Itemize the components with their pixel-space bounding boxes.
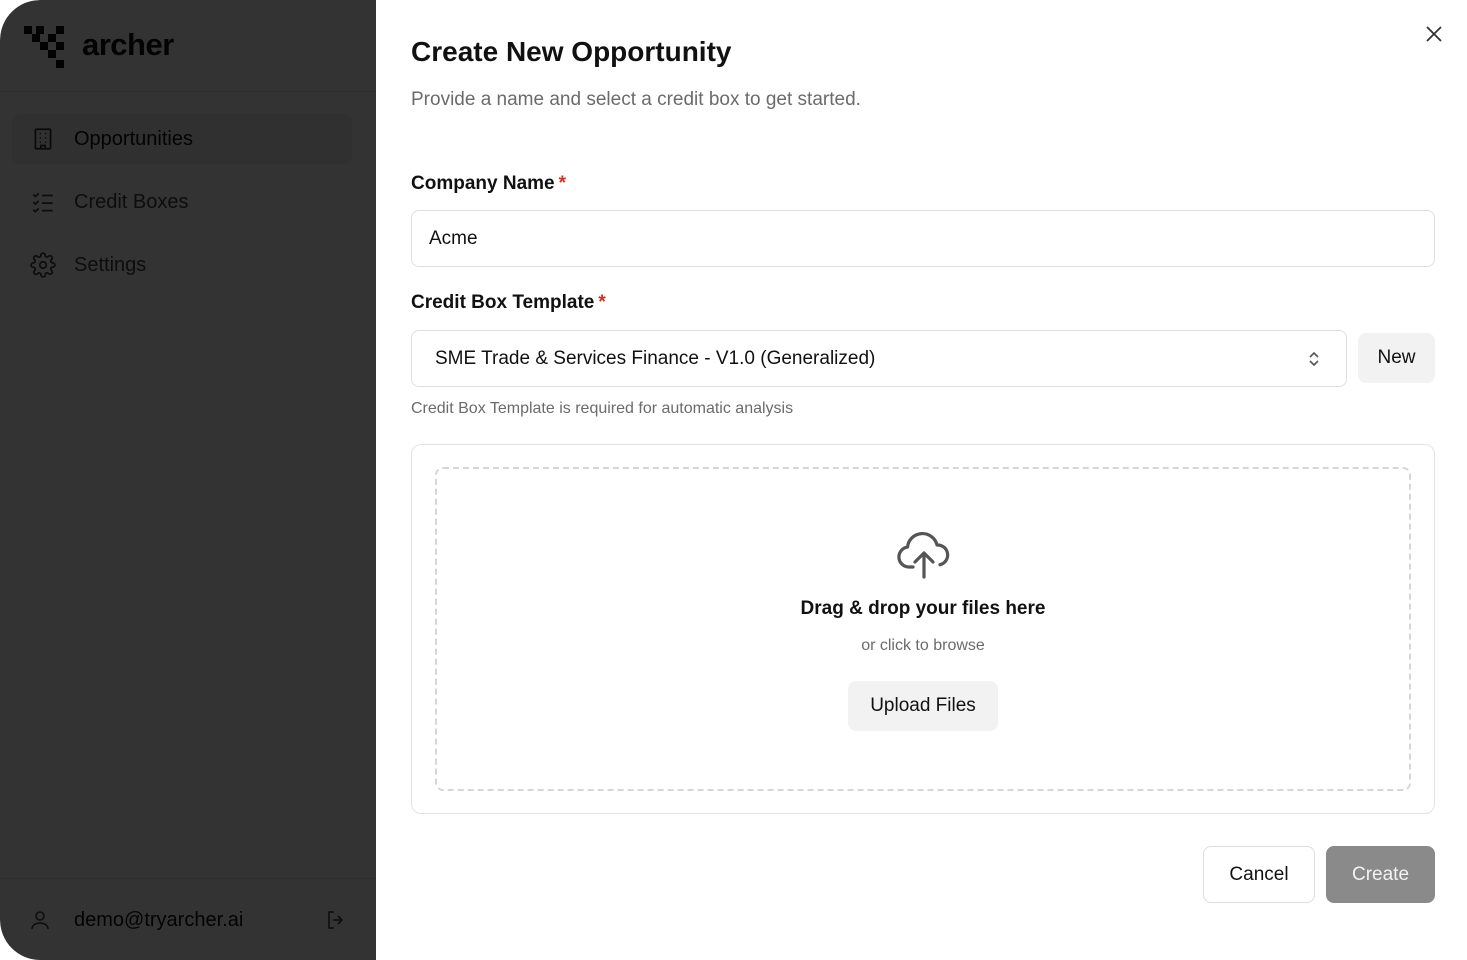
new-credit-box-button[interactable]: New [1358,333,1435,383]
sidebar-item-label: Opportunities [74,127,193,150]
sidebar: archer Opportunities Credit Boxes Settin… [0,0,376,960]
gear-icon [30,252,56,278]
sidebar-divider [0,878,376,879]
create-opportunity-dialog: Create New Opportunity Provide a name an… [376,0,1467,960]
company-name-input[interactable] [411,210,1435,267]
upload-files-button[interactable]: Upload Files [848,681,998,731]
sidebar-item-label: Credit Boxes [74,190,189,213]
dialog-subtitle: Provide a name and select a credit box t… [411,89,861,110]
sidebar-item-label: Settings [74,253,147,276]
user-icon [28,908,52,932]
upload-card: Drag & drop your files here or click to … [411,444,1435,814]
cancel-button[interactable]: Cancel [1203,846,1315,903]
required-marker: * [598,292,606,313]
close-button[interactable] [1422,22,1446,46]
chevron-up-down-icon [1309,351,1319,366]
file-dropzone[interactable]: Drag & drop your files here or click to … [435,467,1411,791]
building-icon [34,128,52,150]
credit-box-template-label-text: Credit Box Template [411,292,595,313]
company-name-label: Company Name * [411,173,566,195]
user-account: demo@tryarcher.ai [28,896,348,944]
company-name-label-text: Company Name [411,173,555,194]
sidebar-item-settings[interactable]: Settings [12,240,352,290]
logout-icon[interactable] [324,908,348,932]
dropzone-subtitle: or click to browse [861,637,985,654]
cloud-upload-icon [897,531,950,579]
credit-box-template-select[interactable]: SME Trade & Services Finance - V1.0 (Gen… [411,330,1347,387]
credit-box-template-label: Credit Box Template * [411,292,606,314]
dialog-title: Create New Opportunity [411,36,732,67]
credit-box-helper-text: Credit Box Template is required for auto… [411,400,794,417]
app-window: archer Opportunities Credit Boxes Settin… [0,0,1467,960]
user-email: demo@tryarcher.ai [74,908,244,931]
create-button[interactable]: Create [1326,846,1435,903]
close-icon [1426,26,1442,42]
dropzone-title: Drag & drop your files here [800,598,1046,619]
required-marker: * [558,173,567,194]
brand: archer [22,20,174,70]
checklist-icon [32,192,53,213]
credit-box-template-value: SME Trade & Services Finance - V1.0 (Gen… [435,347,876,369]
brand-name: archer [82,27,174,62]
archer-logo-icon [24,26,64,68]
sidebar-divider [0,91,376,92]
sidebar-item-opportunities[interactable]: Opportunities [12,114,352,164]
sidebar-item-credit-boxes[interactable]: Credit Boxes [12,177,352,227]
